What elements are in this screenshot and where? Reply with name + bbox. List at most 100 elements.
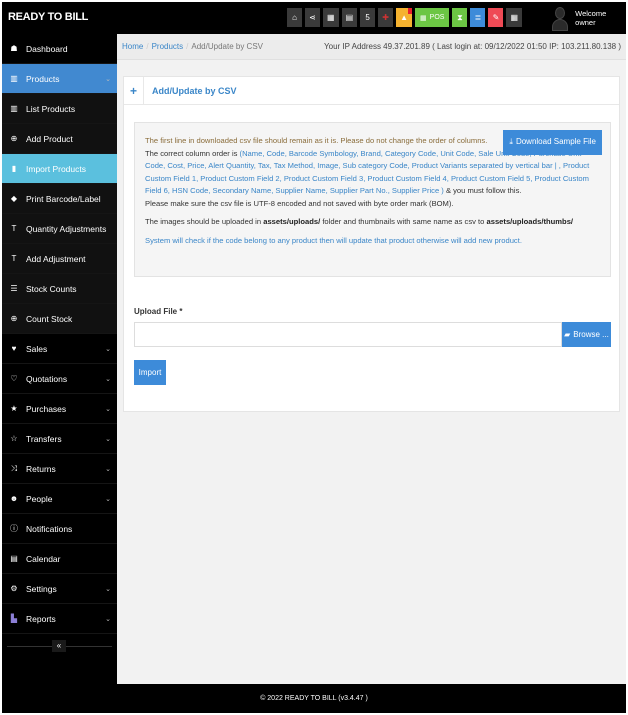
chevron-down-icon: ⌄ xyxy=(105,345,111,353)
download-sample-label: Download Sample File xyxy=(515,137,596,146)
eraser-button[interactable]: ✎ xyxy=(488,8,504,27)
pos-button[interactable]: ▦ POS xyxy=(415,8,450,27)
sidebar-item-label: Dashboard xyxy=(26,43,68,54)
browse-button[interactable]: ▰ Browse ... xyxy=(562,322,611,347)
images-mid: folder and thumbnails with same name as … xyxy=(320,217,487,226)
download-icon: ⤓ xyxy=(509,137,513,146)
grid-button[interactable]: ▦ xyxy=(506,8,523,27)
sidebar-item-calendar[interactable]: ▤ Calendar xyxy=(2,544,117,574)
barcode-icon: ▥ xyxy=(10,104,18,113)
breadcrumb-products-link[interactable]: Products xyxy=(152,42,184,51)
filter-icon: T xyxy=(11,224,17,233)
chevron-down-icon: ⌄ xyxy=(105,495,111,503)
sidebar-item-label: Purchases xyxy=(26,403,67,414)
sidebar-item-count-stock[interactable]: ⊕ Count Stock xyxy=(2,304,117,334)
chevron-down-icon: ⌄ xyxy=(105,615,111,623)
images-prefix: The images should be uploaded in xyxy=(145,217,264,226)
heart-outline-icon: ♡ xyxy=(10,374,18,383)
calculator-button[interactable]: ▦ xyxy=(323,8,339,27)
list-button[interactable]: ≣ xyxy=(470,8,486,27)
pos-label: POS xyxy=(429,14,445,21)
sidebar-item-add-adjustment[interactable]: T Add Adjustment xyxy=(2,244,117,274)
sidebar-item-dashboard[interactable]: ☗ Dashboard xyxy=(2,34,117,64)
sidebar-item-label: Settings xyxy=(26,583,57,594)
star-outline-icon: ☆ xyxy=(10,434,18,443)
sidebar-item-sales[interactable]: ♥ Sales ⌄ xyxy=(2,334,117,364)
users-icon: ☻ xyxy=(9,494,19,503)
sidebar-item-products[interactable]: ▥ Products ⌄ xyxy=(2,64,117,94)
ip-address-info: Your IP Address 49.37.201.89 ( Last logi… xyxy=(324,42,621,51)
sidebar-item-label: Reports xyxy=(26,613,56,624)
tag-icon: ◆ xyxy=(10,194,18,203)
instruction-images: The images should be uploaded in assets/… xyxy=(145,216,600,229)
sidebar-collapse-button[interactable]: « xyxy=(52,640,66,652)
plus-icon: + xyxy=(124,76,144,105)
cog-icon: ⚙ xyxy=(10,584,18,593)
instructions-well: ⤓ Download Sample File The first line in … xyxy=(134,122,611,277)
sidebar-item-add-product[interactable]: ⊕ Add Product xyxy=(2,124,117,154)
sidebar-item-label: Quotations xyxy=(26,373,68,384)
toolbar-icons: ⌂ ⋖ ▦ ▤ 5 ✚ ▲ ▦ POS ⧗ ≣ ✎ ▦ xyxy=(287,8,523,27)
plus-circle-icon: ⊕ xyxy=(10,134,18,143)
star-icon: ★ xyxy=(10,404,18,413)
user-menu[interactable]: Welcome owner xyxy=(552,5,626,31)
brand-logo[interactable]: READY TO BILL xyxy=(8,11,88,23)
welcome-text: Welcome owner xyxy=(575,9,607,27)
sidebar-item-label: Returns xyxy=(26,463,56,474)
images-path: assets/uploads/ xyxy=(263,217,321,226)
sidebar-item-purchases[interactable]: ★ Purchases ⌄ xyxy=(2,394,117,424)
sidebar-item-label: Sales xyxy=(26,343,48,354)
instruction-column-order: The correct column order is (Name, Code,… xyxy=(145,148,600,198)
sidebar-item-reports[interactable]: ▙ Reports ⌄ xyxy=(2,604,117,634)
sidebar-item-stock-counts[interactable]: ☰ Stock Counts xyxy=(2,274,117,304)
dashboard-icon: ☗ xyxy=(10,44,18,53)
sidebar-item-returns[interactable]: ⤨ Returns ⌄ xyxy=(2,454,117,484)
share-icon: ⋖ xyxy=(309,13,316,22)
chevron-double-left-icon: « xyxy=(56,641,62,650)
upload-file-input[interactable] xyxy=(134,322,562,347)
breadcrumb-bar: Home / Products / Add/Update by CSV Your IP … xyxy=(117,34,626,60)
breadcrumb: Home / Products / Add/Update by CSV xyxy=(122,42,263,51)
breadcrumb-home-link[interactable]: Home xyxy=(122,42,143,51)
sidebar-item-transfers[interactable]: ☆ Transfers ⌄ xyxy=(2,424,117,454)
sidebar-item-label: Add Adjustment xyxy=(26,253,86,264)
share-button[interactable]: ⋖ xyxy=(305,8,320,27)
html5-button[interactable]: 5 xyxy=(360,8,376,27)
file-icon: ▮ xyxy=(11,164,17,173)
panel-title: Add/Update by CSV xyxy=(152,85,237,96)
upload-file-group: ▰ Browse ... xyxy=(134,322,611,347)
chevron-down-icon: ⌄ xyxy=(105,435,111,443)
chevron-down-icon: ⌄ xyxy=(105,375,111,383)
hourglass-icon: ⧗ xyxy=(457,12,463,22)
browse-label: Browse ... xyxy=(573,330,609,339)
thumbs-path: assets/uploads/thumbs/ xyxy=(486,217,574,226)
hourglass-button[interactable]: ⧗ xyxy=(452,8,468,27)
folder-open-icon: ▰ xyxy=(564,330,571,339)
calendar-icon: ▤ xyxy=(10,554,18,563)
calendar-button[interactable]: ▤ xyxy=(341,8,358,27)
sidebar-item-label: Transfers xyxy=(26,433,62,444)
download-sample-button[interactable]: ⤓ Download Sample File xyxy=(503,130,602,155)
chevron-down-icon: ⌄ xyxy=(105,405,111,413)
sidebar-item-notifications[interactable]: ⓘ Notifications xyxy=(2,514,117,544)
sidebar-item-list-products[interactable]: ▥ List Products xyxy=(2,94,117,124)
sidebar-item-people[interactable]: ☻ People ⌄ xyxy=(2,484,117,514)
language-flag-icon: ✚ xyxy=(382,13,389,22)
home-button[interactable]: ⌂ xyxy=(287,8,302,27)
sidebar-item-settings[interactable]: ⚙ Settings ⌄ xyxy=(2,574,117,604)
language-button[interactable]: ✚ xyxy=(378,8,394,27)
sidebar-item-import-products[interactable]: ▮ Import Products xyxy=(2,154,117,184)
filter-icon: T xyxy=(11,254,17,263)
footer: © 2022 READY TO BILL (v3.4.47 ) xyxy=(2,684,626,713)
app-window: READY TO BILL ⌂ ⋖ ▦ ▤ 5 ✚ ▲ ▦ POS ⧗ ≣ ✎ ▦… xyxy=(2,2,626,713)
alerts-button[interactable]: ▲ xyxy=(396,8,413,27)
grid-icon: ▦ xyxy=(510,13,519,22)
calculator-icon: ▦ xyxy=(327,13,335,22)
list-ol-icon: ☰ xyxy=(10,284,18,293)
sidebar-item-quantity-adjustments[interactable]: T Quantity Adjustments xyxy=(2,214,117,244)
import-button[interactable]: Import xyxy=(134,360,166,385)
sidebar-item-print-barcode[interactable]: ◆ Print Barcode/Label xyxy=(2,184,117,214)
info-circle-icon: ⓘ xyxy=(10,524,18,533)
sidebar-item-quotations[interactable]: ♡ Quotations ⌄ xyxy=(2,364,117,394)
alert-icon: ▲ xyxy=(400,13,409,22)
